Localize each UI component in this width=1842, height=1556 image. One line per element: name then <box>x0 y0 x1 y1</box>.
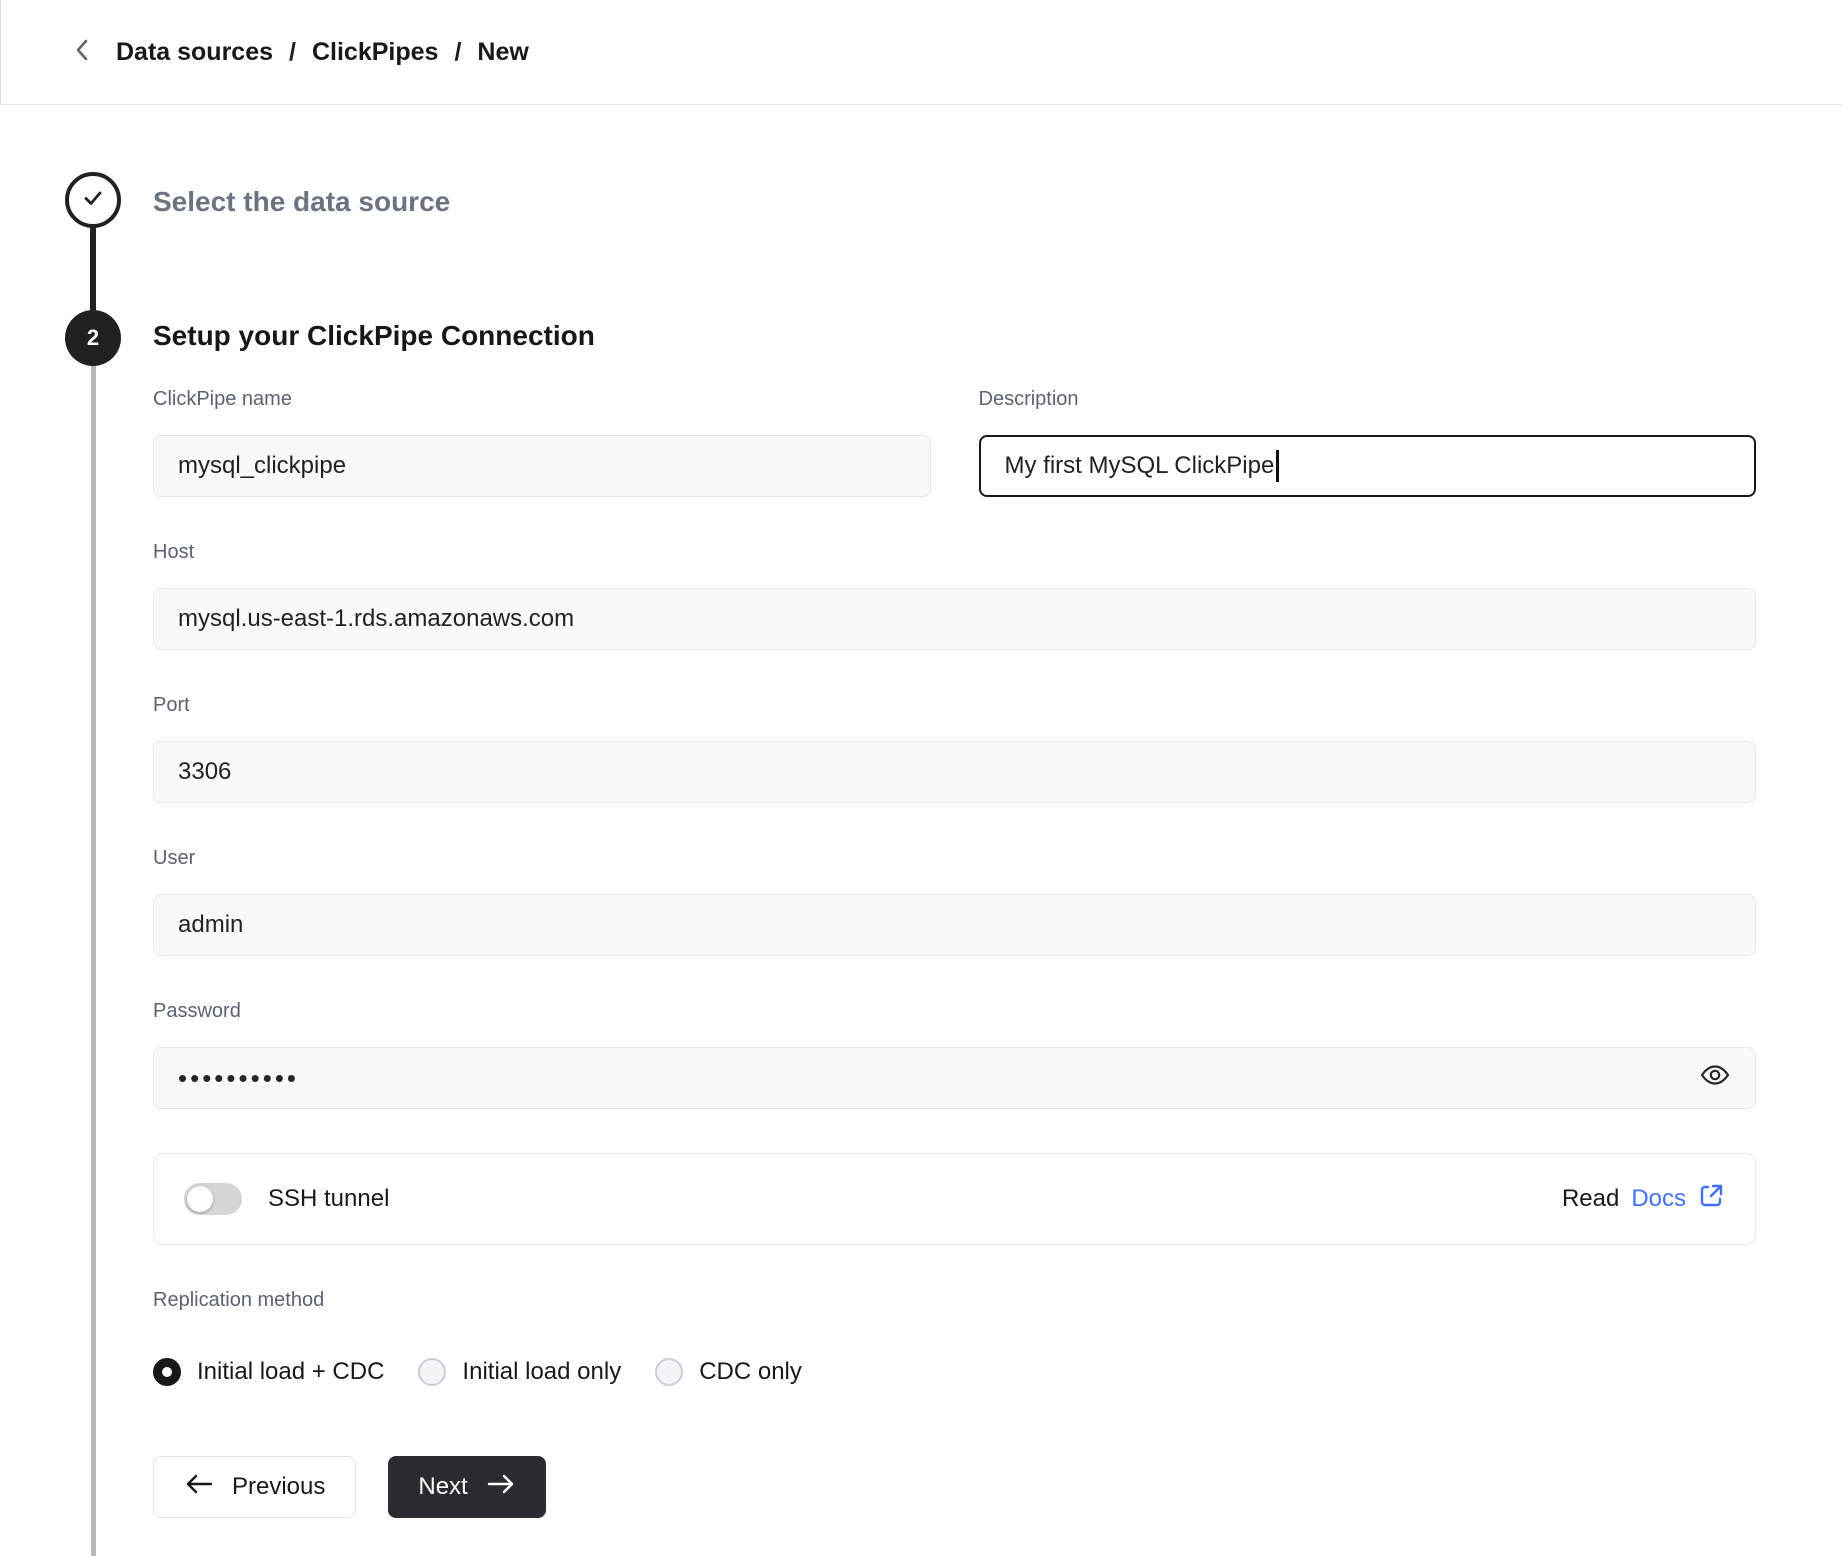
toggle-knob <box>187 1186 213 1212</box>
next-button[interactable]: Next <box>388 1456 545 1518</box>
radio-selected-icon[interactable] <box>153 1358 181 1386</box>
arrow-right-icon <box>486 1473 516 1502</box>
password-masked-value: •••••••••• <box>178 1065 299 1091</box>
eye-icon <box>1699 1059 1731 1098</box>
description-label: Description <box>979 388 1757 411</box>
wizard-actions: Previous Next <box>153 1456 1756 1518</box>
text-cursor <box>1276 450 1279 482</box>
clickpipe-name-field: ClickPipe name mysql_clickpipe <box>153 388 931 497</box>
password-field: Password •••••••••• <box>153 1000 1756 1109</box>
user-field: User admin <box>153 847 1756 956</box>
radio-unselected-icon[interactable] <box>418 1358 446 1386</box>
breadcrumb-clickpipes[interactable]: ClickPipes <box>312 38 438 67</box>
breadcrumb-new: New <box>477 38 528 67</box>
step1-title: Select the data source <box>153 186 450 218</box>
host-field: Host mysql.us-east-1.rds.amazonaws.com <box>153 541 1756 650</box>
show-password-button[interactable] <box>1699 1059 1731 1098</box>
port-field: Port 3306 <box>153 694 1756 803</box>
stepper-connector-pending <box>91 340 96 1556</box>
check-icon <box>81 186 105 215</box>
breadcrumb-bar: Data sources / ClickPipes / New <box>0 0 1842 105</box>
connection-form: ClickPipe name mysql_clickpipe Descripti… <box>153 388 1756 1518</box>
host-input[interactable]: mysql.us-east-1.rds.amazonaws.com <box>153 588 1756 650</box>
user-label: User <box>153 847 1756 870</box>
ssh-tunnel-toggle[interactable] <box>184 1183 242 1215</box>
previous-button-label: Previous <box>232 1473 325 1501</box>
breadcrumb: Data sources / ClickPipes / New <box>116 38 529 67</box>
clickpipe-name-label: ClickPipe name <box>153 388 931 411</box>
port-input[interactable]: 3306 <box>153 741 1756 803</box>
radio-label: CDC only <box>699 1358 802 1386</box>
user-input[interactable]: admin <box>153 894 1756 956</box>
step1-completed-circle[interactable] <box>65 172 121 228</box>
left-edge-divider <box>0 0 1 104</box>
replication-options: Initial load + CDC Initial load only CDC… <box>153 1358 1756 1386</box>
chevron-left-icon <box>73 37 91 68</box>
radio-initial-load-only[interactable]: Initial load only <box>418 1358 621 1386</box>
description-field: Description My first MySQL ClickPipe <box>979 388 1757 497</box>
step2-number: 2 <box>87 325 99 351</box>
radio-initial-load-cdc[interactable]: Initial load + CDC <box>153 1358 384 1386</box>
arrow-left-icon <box>184 1473 214 1502</box>
previous-button[interactable]: Previous <box>153 1456 356 1518</box>
radio-label: Initial load only <box>462 1358 621 1386</box>
breadcrumb-separator: / <box>289 38 296 67</box>
description-input[interactable]: My first MySQL ClickPipe <box>979 435 1757 497</box>
radio-unselected-icon[interactable] <box>655 1358 683 1386</box>
docs-link[interactable]: Docs <box>1631 1185 1686 1213</box>
replication-method-label: Replication method <box>153 1289 1756 1312</box>
password-input[interactable]: •••••••••• <box>153 1047 1756 1109</box>
ssh-tunnel-panel: SSH tunnel Read Docs <box>153 1153 1756 1245</box>
step2-title: Setup your ClickPipe Connection <box>153 320 595 352</box>
back-button[interactable] <box>62 32 102 72</box>
port-label: Port <box>153 694 1756 717</box>
ssh-tunnel-label: SSH tunnel <box>268 1185 389 1213</box>
clickpipe-name-input[interactable]: mysql_clickpipe <box>153 435 931 497</box>
password-label: Password <box>153 1000 1756 1023</box>
next-button-label: Next <box>418 1473 467 1501</box>
breadcrumb-separator: / <box>454 38 461 67</box>
radio-cdc-only[interactable]: CDC only <box>655 1358 802 1386</box>
host-label: Host <box>153 541 1756 564</box>
external-link-icon[interactable] <box>1698 1182 1725 1216</box>
description-value: My first MySQL ClickPipe <box>1005 452 1275 480</box>
radio-label: Initial load + CDC <box>197 1358 384 1386</box>
step2-number-badge: 2 <box>65 310 121 366</box>
breadcrumb-data-sources[interactable]: Data sources <box>116 38 273 67</box>
clickpipe-setup-page: Data sources / ClickPipes / New 2 Select… <box>0 0 1842 1556</box>
read-text: Read <box>1562 1185 1619 1213</box>
